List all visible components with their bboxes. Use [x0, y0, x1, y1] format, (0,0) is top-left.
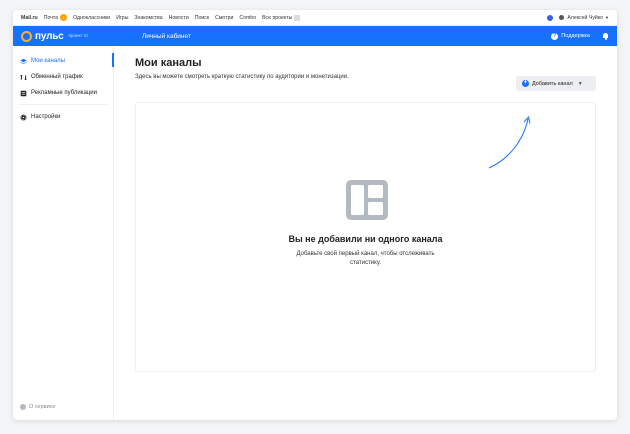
- portal-link-combo[interactable]: Combo: [239, 15, 256, 21]
- notification-dot-icon[interactable]: [547, 14, 554, 21]
- page-title: Мои каналы: [135, 57, 202, 69]
- logo-subtitle: проект ⊡: [68, 33, 88, 38]
- sidebar-item-my-channels[interactable]: Мои каналы: [13, 53, 114, 69]
- portal-brand-link[interactable]: Mail.ru: [21, 15, 38, 21]
- portal-link-games[interactable]: Игры: [116, 15, 128, 21]
- sidebar-item-label: Рекламные публикации: [31, 90, 97, 96]
- sidebar-divider: [19, 104, 107, 105]
- portal-link-mail[interactable]: Почта 1: [43, 14, 68, 21]
- sidebar: Мои каналы Обменный трафик Рекламные пуб…: [13, 46, 114, 420]
- logo-text: пульс: [35, 30, 64, 42]
- user-name: Алексей Чуйко: [567, 14, 604, 21]
- app-header: пульс проект ⊡ Личный кабинет ? Поддержк…: [13, 26, 617, 46]
- about-service-link[interactable]: О сервисе: [20, 404, 55, 410]
- add-channel-button[interactable]: + Добавить канал ▼: [516, 76, 596, 91]
- mail-count-badge: 1: [60, 14, 68, 21]
- document-icon: [20, 90, 27, 97]
- logo-subtitle-label: проект: [68, 33, 83, 38]
- empty-state-card: Вы не добавили ни одного канала Добавьте…: [135, 102, 596, 372]
- logo[interactable]: пульс проект ⊡: [21, 30, 134, 42]
- gear-icon: [20, 113, 27, 121]
- empty-state-line: статистику.: [350, 260, 381, 266]
- add-channel-label: Добавить канал: [532, 80, 573, 87]
- question-icon: ?: [551, 32, 559, 40]
- support-link[interactable]: ? Поддержка: [551, 32, 590, 40]
- bell-icon[interactable]: [602, 32, 609, 40]
- grid-icon: [294, 14, 301, 21]
- content-area: Мои каналы Обменный трафик Рекламные пуб…: [13, 46, 617, 420]
- page-section-title: Личный кабинет: [142, 32, 191, 40]
- plus-icon: +: [522, 80, 529, 87]
- exchange-icon: [20, 74, 27, 81]
- sidebar-item-label: Настройки: [31, 114, 61, 120]
- chevron-down-icon: ▼: [577, 80, 583, 87]
- portal-link-watch[interactable]: Смотри: [215, 15, 233, 21]
- portal-link-news[interactable]: Новости: [169, 15, 189, 21]
- sidebar-item-exchange-traffic[interactable]: Обменный трафик: [13, 69, 113, 85]
- app-window: Mail.ru Почта 1 Одноклассники Игры Знако…: [13, 10, 617, 420]
- portal-bar: Mail.ru Почта 1 Одноклассники Игры Знако…: [13, 10, 617, 26]
- main-panel: Мои каналы Здесь вы можете смотреть крат…: [114, 46, 617, 420]
- sidebar-item-label: Мои каналы: [31, 58, 65, 64]
- support-label: Поддержка: [561, 33, 590, 39]
- empty-state-line: Добавьте свой первый канал, чтобы отслеж…: [296, 251, 435, 257]
- user-menu[interactable]: Алексей Чуйко ▼: [559, 15, 609, 21]
- dashboard-grid-icon: [346, 180, 388, 220]
- portal-link-ok[interactable]: Одноклассники: [73, 15, 110, 21]
- portal-link-all-projects[interactable]: Все проекты: [262, 14, 301, 21]
- hint-arrow-icon: [488, 115, 531, 169]
- info-icon: [20, 404, 26, 410]
- portal-link-label: Почта: [43, 14, 59, 21]
- about-label: О сервисе: [29, 404, 56, 410]
- sidebar-item-label: Обменный трафик: [31, 74, 83, 80]
- logo-at-icon: [21, 30, 32, 42]
- empty-state-title: Вы не добавили ни одного канала: [288, 234, 443, 244]
- user-icon: [559, 15, 565, 20]
- portal-link-dating[interactable]: Знакомства: [134, 15, 162, 21]
- chevron-down-icon: ▼: [605, 15, 609, 20]
- portal-link-search[interactable]: Поиск: [195, 15, 209, 21]
- layers-icon: [20, 58, 27, 65]
- portal-link-label: Все проекты: [262, 14, 293, 21]
- sidebar-item-ad-publications[interactable]: Рекламные публикации: [13, 85, 113, 101]
- empty-state-text: Добавьте свой первый канал, чтобы отслеж…: [136, 250, 595, 268]
- sidebar-item-settings[interactable]: Настройки: [13, 109, 113, 125]
